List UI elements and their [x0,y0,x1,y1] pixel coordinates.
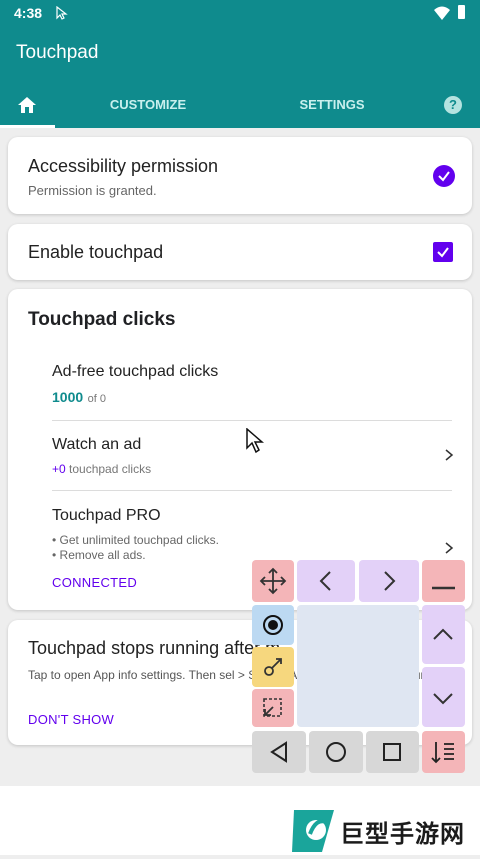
menu-toggle-button[interactable] [422,731,465,773]
back-triangle-icon [270,741,287,763]
tab-help[interactable]: ? [438,88,466,128]
minus-icon [432,586,455,590]
home-circle-icon [326,742,346,762]
chevron-right-icon [445,542,454,554]
tab-bar: CUSTOMIZE SETTINGS ? [0,88,480,128]
scroll-down-button[interactable] [422,667,465,727]
dont-show-button[interactable]: DON'T SHOW [28,712,114,727]
chevron-right-icon [445,449,454,461]
adfree-clicks-row: Ad-free touchpad clicks 1000 of 0 [52,363,452,423]
accessibility-status: Permission is granted. [28,183,157,198]
scroll-up-button[interactable] [422,605,465,664]
scroll-left-button[interactable] [297,560,355,602]
chevron-down-icon [433,693,453,705]
chevron-right-icon [384,571,396,591]
recents-button[interactable] [366,731,419,773]
pro-status: CONNECTED [52,575,138,590]
watermark-logo: 巨型手游网 [290,808,480,854]
battery-icon [458,5,465,19]
home-icon [18,97,36,113]
help-icon: ? [444,96,462,114]
back-button[interactable] [252,731,306,773]
mouse-cursor-icon [246,428,265,454]
chevron-left-icon [319,571,331,591]
watch-ad-label: Watch an ad [52,436,142,453]
adfree-of: of 0 [87,393,106,405]
watch-ad-sub: +0 touchpad clicks [52,462,151,476]
pro-line-2: • Remove all ads. [52,548,146,562]
tab-home[interactable] [0,88,55,128]
adfree-label: Ad-free touchpad clicks [52,363,219,380]
chevron-up-icon [433,628,453,640]
divider [52,490,452,491]
touchpad-clicks-title: Touchpad clicks [28,309,176,330]
adfree-count-line: 1000 of 0 [52,389,106,407]
record-button[interactable] [252,605,294,645]
divider [52,420,452,421]
adfree-count: 1000 [52,389,84,405]
app-bar: Touchpad CUSTOMIZE SETTINGS ? [0,26,480,128]
enable-touchpad-label: Enable touchpad [28,242,164,262]
record-icon [263,615,283,635]
status-time: 4:38 [14,5,43,21]
pin-drag-icon [264,658,282,676]
tab-customize[interactable]: CUSTOMIZE [88,88,208,128]
scroll-right-button[interactable] [359,560,419,602]
touchpad-area[interactable] [297,605,419,727]
move-overlay-button[interactable] [252,560,294,602]
accessibility-card[interactable]: Accessibility permission Permission is g… [8,137,472,214]
pro-label: Touchpad PRO [52,507,161,524]
tab-settings[interactable]: SETTINGS [272,88,392,128]
accessibility-title: Accessibility permission [28,156,219,176]
watermark-text: 巨型手游网 [340,821,465,848]
pin-button[interactable] [252,647,294,687]
status-bar: 4:38 [0,0,480,26]
stops-title: Touchpad stops running after m [28,638,281,658]
check-circle-icon [433,165,455,187]
recents-square-icon [383,743,401,761]
watermark-icon [292,810,334,852]
enable-touchpad-checkbox[interactable] [433,242,453,262]
mouse-pointer-icon [56,6,68,20]
tab-indicator [0,125,55,128]
resize-button[interactable] [252,689,294,727]
watch-ad-plus: +0 [52,462,66,476]
resize-icon [263,698,282,717]
app-title: Touchpad [16,42,99,63]
watch-ad-suffix: touchpad clicks [69,462,152,476]
wifi-icon [434,6,450,20]
home-nav-button[interactable] [309,731,363,773]
minimize-button[interactable] [422,560,465,602]
sort-list-icon [431,742,454,764]
pro-line-1: • Get unlimited touchpad clicks. [52,533,219,547]
move-hand-icon [259,567,287,595]
enable-touchpad-card: Enable touchpad [8,224,472,280]
